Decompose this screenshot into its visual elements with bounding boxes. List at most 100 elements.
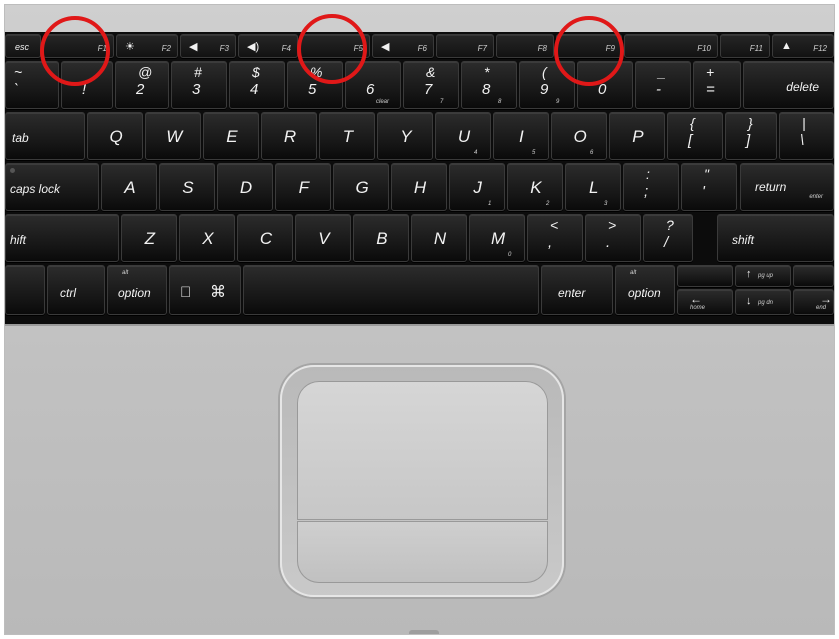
- key-keypad-label: 7: [440, 99, 444, 105]
- key-top-label: ~: [14, 64, 23, 80]
- key-top-label: $: [252, 64, 260, 80]
- key-fn-label: F10: [697, 44, 711, 53]
- key-tab: tab: [5, 112, 85, 160]
- key-letter: E: [226, 127, 238, 146]
- key-q: Q: [87, 112, 143, 160]
- trackpad[interactable]: [297, 381, 548, 520]
- key-bottom-label: ': [702, 183, 705, 200]
- key-letter: W: [166, 127, 183, 146]
- key-fn-label: F6: [417, 44, 427, 53]
- key-bottom-label: `: [14, 81, 19, 98]
- key-top-label: #: [194, 64, 202, 80]
- key-c: C: [237, 214, 293, 262]
- key-u: U4: [435, 112, 491, 160]
- key-v: V: [295, 214, 351, 262]
- key-letter: B: [376, 229, 388, 248]
- key-bottom-label: 9: [540, 81, 549, 98]
- key-keypad-label: 0: [508, 252, 512, 258]
- key-f7: F7: [436, 34, 494, 58]
- arrow-down-icon: ↓: [746, 295, 752, 307]
- highlight-circle: [40, 16, 110, 86]
- key-delete: delete: [743, 61, 834, 109]
- key-letter: N: [433, 229, 447, 248]
- key-sub-label: end: [816, 305, 827, 311]
- key-top-label: _: [658, 64, 666, 80]
- key-fn-label: F7: [477, 44, 487, 53]
- key-esc: esc: [5, 34, 41, 58]
- key-arrow-right: → end: [793, 289, 834, 315]
- key-bottom-label: 3: [192, 81, 201, 98]
- key-letter: K: [530, 178, 542, 197]
- key-word-label: ctrl: [60, 286, 76, 300]
- key-blank-top-right: [793, 265, 834, 287]
- keyboard-photo: esc F1 ☀ F2 ◀ F3 ◀) F4 F5 ◀ F6 F7 F8 F9 …: [4, 4, 835, 635]
- key-sub-label: pg dn: [758, 300, 774, 306]
- key-fn-label: F4: [281, 44, 291, 53]
- key-e: E: [203, 112, 259, 160]
- key-a: A: [101, 163, 157, 211]
- arrow-right-icon: →: [820, 292, 832, 306]
- key-letter: V: [318, 229, 330, 248]
- key-ctrl: ctrl: [47, 265, 105, 315]
- key-letter: F: [298, 178, 310, 197]
- key-punct-0: :;: [623, 163, 679, 211]
- key-sub-label: pg up: [758, 273, 774, 279]
- arrow-up-icon: ↑: [746, 268, 752, 280]
- key-letter: S: [182, 178, 194, 197]
- key-bottom-label: ,: [548, 234, 553, 251]
- key-minus: _ -: [635, 61, 691, 109]
- key-bottom-label: [: [688, 132, 693, 149]
- key-caps-lock: caps lock: [5, 163, 99, 211]
- key-f11: F11: [720, 34, 770, 58]
- key-i: I5: [493, 112, 549, 160]
- key-r: R: [261, 112, 317, 160]
- key-word-label: caps lock: [10, 182, 61, 196]
- key-sub-label: home: [690, 305, 706, 311]
- key-keypad-label: 5: [532, 150, 536, 156]
- key-keypad-label: 8: [498, 99, 502, 105]
- key-letter: I: [519, 127, 524, 146]
- key-8: * 8 8: [461, 61, 517, 109]
- highlight-circle: [297, 14, 367, 84]
- key-fn: [5, 265, 45, 315]
- key-o: O6: [551, 112, 607, 160]
- key-w: W: [145, 112, 201, 160]
- key-n: N: [411, 214, 467, 262]
- key-letter: X: [202, 229, 214, 248]
- key-f12: ▲ F12: [772, 34, 834, 58]
- key-f3: ◀ F3: [180, 34, 236, 58]
- key-b: B: [353, 214, 409, 262]
- key-letter: R: [283, 127, 297, 146]
- key-arrow-left: ← home: [677, 289, 733, 315]
- key-bottom-label: ]: [746, 132, 751, 149]
- key-punct-1: " ': [681, 163, 737, 211]
- key-f2: ☀ F2: [116, 34, 178, 58]
- apple-icon: : [180, 284, 191, 301]
- trackpad-button[interactable]: [297, 521, 548, 583]
- key-blank-top: [677, 265, 733, 287]
- key-label: esc: [15, 42, 30, 52]
- key-bottom-label: /: [664, 234, 669, 251]
- command-icon: ⌘: [210, 284, 226, 301]
- key-angle-2: ? /: [643, 214, 693, 262]
- key-word-label: option: [628, 286, 661, 300]
- key-keypad-label: 9: [556, 99, 560, 105]
- key-p: P: [609, 112, 665, 160]
- key-bottom-label: ;: [644, 183, 649, 200]
- key-enter: enter: [541, 265, 613, 315]
- key-equals: + =: [693, 61, 741, 109]
- key-letter: M: [491, 229, 506, 248]
- key-space: [243, 265, 539, 315]
- key-j: J1: [449, 163, 505, 211]
- key-f6: ◀ F6: [372, 34, 434, 58]
- key-f4: ◀) F4: [238, 34, 298, 58]
- key-bottom-label: -: [656, 81, 661, 98]
- key-bottom-label: \: [800, 132, 805, 149]
- key-command:  ⌘: [169, 265, 241, 315]
- key-fn-label: F11: [749, 44, 763, 53]
- key-word-label: tab: [12, 131, 29, 145]
- key-7: & 7 7: [403, 61, 459, 109]
- key-letter: P: [632, 127, 644, 146]
- key-letter: Q: [109, 127, 123, 146]
- key-alt-label: alt: [630, 270, 637, 276]
